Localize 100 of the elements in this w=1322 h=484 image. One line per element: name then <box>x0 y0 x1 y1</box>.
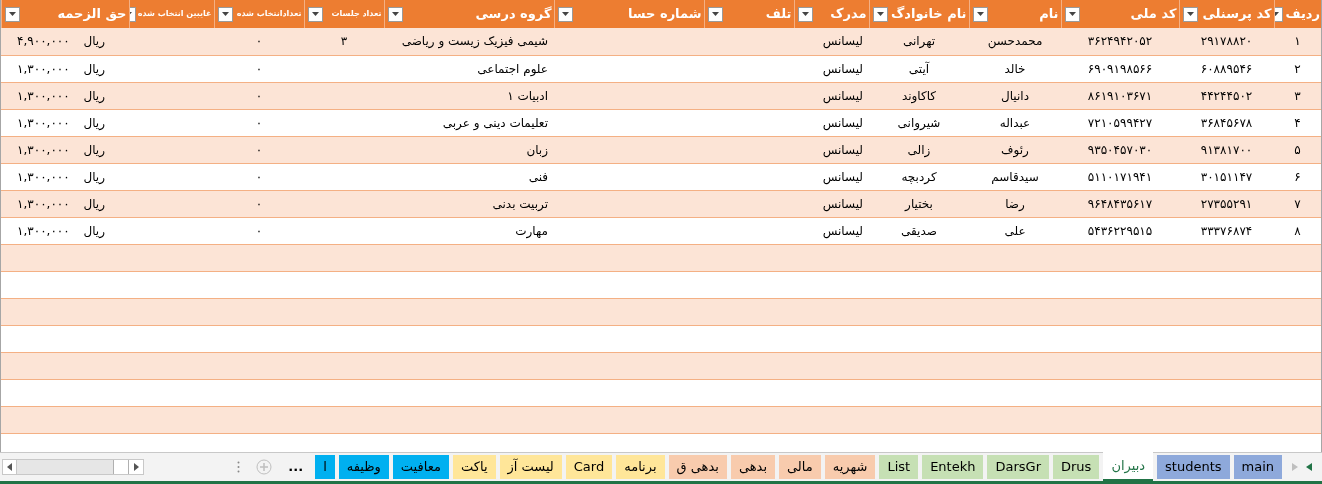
table-cell: سیدقاسم <box>991 169 1039 184</box>
column-header: مدرک <box>830 5 867 24</box>
column-header: گروه درسی <box>475 5 552 24</box>
sheet-tab[interactable]: بدهی ق <box>668 455 727 479</box>
sheet-tab[interactable]: یاکت <box>452 455 496 479</box>
sheet-tab[interactable]: Drus <box>1053 455 1100 479</box>
dropdown-icon <box>976 12 984 16</box>
currency-label: ریال <box>83 222 105 240</box>
amount-cell-text: ۱,۳۰۰,۰۰۰ <box>17 60 70 78</box>
scrollbar-thumb[interactable] <box>113 460 129 474</box>
table-cell: لیسانس <box>822 115 863 130</box>
column-header: تلف <box>765 5 792 24</box>
filter-button[interactable] <box>797 6 813 22</box>
table-cell: ۰ <box>255 88 263 103</box>
sheet-tab[interactable]: main <box>1233 455 1282 479</box>
table-cell: زبان <box>526 142 548 157</box>
table-cell: ۳ <box>340 34 348 49</box>
table-cell: ۵ <box>1294 142 1301 157</box>
filter-button[interactable] <box>872 6 888 22</box>
left-arrow-icon[interactable] <box>7 463 12 471</box>
table-cell: لیسانس <box>822 169 863 184</box>
dropdown-icon <box>561 12 569 16</box>
column-header: حق الزحمه <box>57 5 127 24</box>
column-header: کد ملی <box>1130 5 1177 24</box>
filter-button[interactable] <box>557 6 573 22</box>
horizontal-scrollbar[interactable] <box>2 459 144 475</box>
column-header: شماره حسا <box>627 5 702 24</box>
column-header: تعدادانتخاب شده <box>236 8 302 20</box>
sheet-tab[interactable]: students <box>1157 455 1230 479</box>
filter-button[interactable] <box>707 6 723 22</box>
table-cell: مهارت <box>515 223 548 238</box>
table-cell: علوم اجتماعی <box>477 61 548 76</box>
sheet-tab[interactable]: List <box>879 455 919 479</box>
table-cell: ۵۱۱۰۱۷۱۹۴۱ <box>1087 169 1153 184</box>
drag-handle-icon[interactable] <box>237 461 241 473</box>
table-cell: ۵۴۳۶۲۲۹۵۱۵ <box>1087 223 1153 238</box>
table-cell: بختیار <box>905 196 933 211</box>
table-cell: شیروانی <box>897 115 941 130</box>
table-cell: تهرانی <box>902 34 936 49</box>
table-cell: زالی <box>907 142 931 157</box>
table-cell: ۴۴۲۴۴۵۰۲ <box>1200 88 1253 103</box>
table-cell: ۰ <box>255 142 263 157</box>
sheet-tab[interactable]: Entekh <box>922 455 984 479</box>
table-cell: تربیت بدنی <box>492 196 548 211</box>
filter-button[interactable] <box>217 6 233 22</box>
amount-cell-text: ۱,۳۰۰,۰۰۰ <box>17 195 70 213</box>
filter-button[interactable] <box>1182 6 1198 22</box>
sheet-tab[interactable]: مالی <box>779 455 821 479</box>
more-tabs[interactable]: ... <box>280 457 312 477</box>
dropdown-icon <box>391 12 399 16</box>
sheet-tab[interactable]: معافیت <box>392 455 449 479</box>
table-cell: فنی <box>528 169 548 184</box>
sheet-tab[interactable]: لیست آز <box>499 455 562 479</box>
table-cell: ۹۳۵۰۴۵۷۰۳۰ <box>1087 142 1153 157</box>
dropdown-icon <box>711 12 719 16</box>
filter-button[interactable] <box>387 6 403 22</box>
filter-button[interactable] <box>4 6 20 22</box>
sheet-tab[interactable]: وظیفه <box>338 455 389 479</box>
table-cell: ۰ <box>255 196 263 211</box>
currency-label: ریال <box>83 60 105 78</box>
sheet-tab[interactable]: ا <box>315 455 335 479</box>
filter-button[interactable] <box>1064 6 1080 22</box>
sheet-tab[interactable]: دبیران <box>1103 452 1154 481</box>
table-cell: خالد <box>1004 61 1026 76</box>
table-cell: ۲۷۳۵۵۲۹۱ <box>1200 196 1253 211</box>
table-cell: ۳۶۲۴۹۴۲۰۵۲ <box>1087 34 1153 49</box>
table-cell: علی <box>1004 223 1026 238</box>
sheet-tab[interactable]: Card <box>565 455 613 479</box>
table-cell: لیسانس <box>822 196 863 211</box>
sheet-tab[interactable]: DarsGr <box>987 455 1049 479</box>
column-header: نام خانوادگ <box>890 5 967 24</box>
right-arrow-icon[interactable] <box>133 463 139 471</box>
table-cell: ۲ <box>1294 61 1301 76</box>
sheet-tab[interactable]: شهریه <box>824 455 876 479</box>
dropdown-icon <box>1186 12 1194 16</box>
table-cell: شیمی فیزیک زیست و ریاضی <box>401 34 548 49</box>
table-cell: ۸۶۱۹۱۰۳۶۷۱ <box>1087 88 1153 103</box>
sheet-tab[interactable]: برنامه <box>616 455 665 479</box>
sheet-tab[interactable]: بدهی <box>730 455 776 479</box>
amount-cell-text: ۱,۳۰۰,۰۰۰ <box>17 168 70 186</box>
table-cell: ۶۰۸۸۹۵۴۶ <box>1200 61 1253 76</box>
scroll-left-icon[interactable] <box>1306 463 1312 471</box>
currency-label: ریال <box>83 141 105 159</box>
column-header: کد پرسنلی <box>1202 5 1272 24</box>
dropdown-icon <box>8 12 16 16</box>
table-cell: لیسانس <box>822 223 863 238</box>
table-cell: ۰ <box>255 223 263 238</box>
filter-button[interactable] <box>307 6 323 22</box>
amount-cell-text: ۱,۳۰۰,۰۰۰ <box>17 141 70 159</box>
dropdown-icon <box>1068 12 1076 16</box>
table-cell: ۸ <box>1294 223 1301 238</box>
table-cell: لیسانس <box>822 61 863 76</box>
amount-cell-text: ۱,۳۰۰,۰۰۰ <box>17 87 70 105</box>
filter-button[interactable] <box>972 6 988 22</box>
table-cell: لیسانس <box>822 34 863 49</box>
table-cell: ۰ <box>255 169 263 184</box>
table-cell: ۹۱۳۸۱۷۰۰ <box>1200 142 1253 157</box>
column-header: نام <box>1039 5 1059 24</box>
table-cell: دانیال <box>1001 88 1029 103</box>
table-cell: ۰ <box>255 115 263 130</box>
